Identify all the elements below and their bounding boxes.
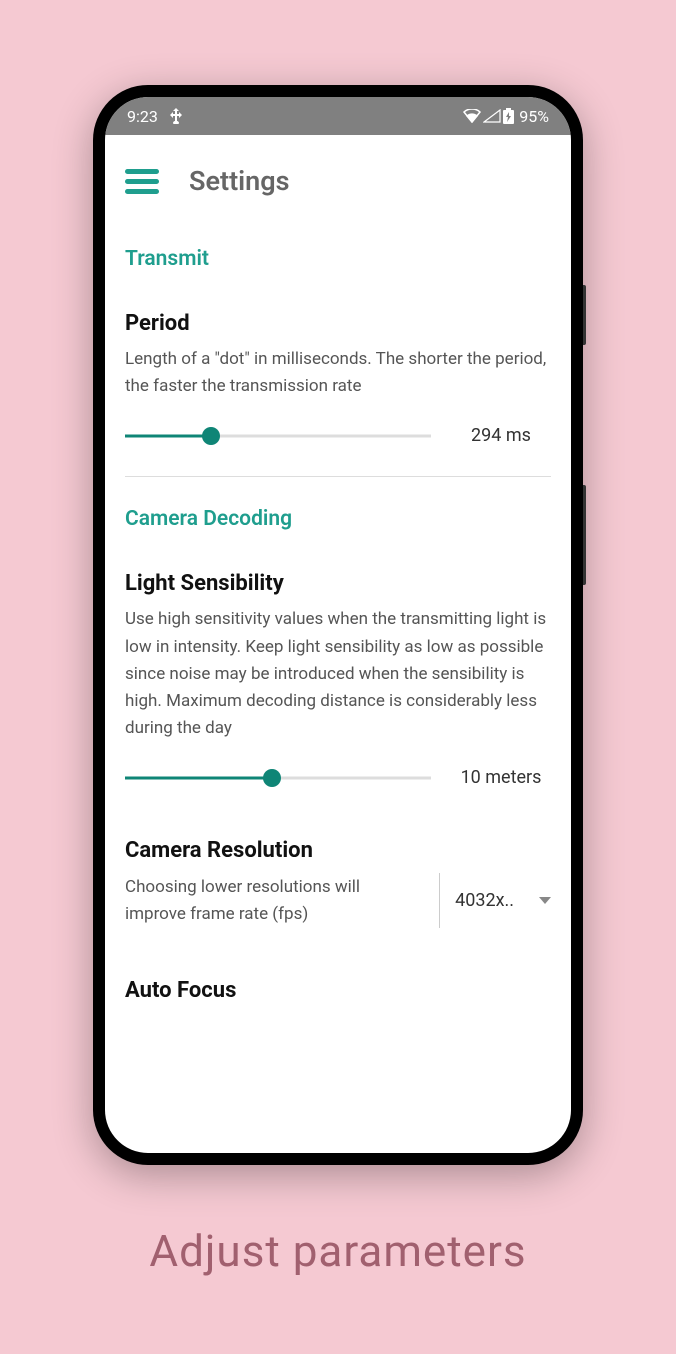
resolution-dropdown[interactable]: 4032x..	[455, 890, 551, 911]
section-camera-header: Camera Decoding	[125, 507, 551, 531]
light-description: Use high sensitivity values when the tra…	[125, 606, 551, 742]
divider-vertical	[439, 873, 440, 928]
header: Settings	[125, 165, 551, 197]
period-slider[interactable]	[125, 426, 431, 446]
section-transmit-header: Transmit	[125, 247, 551, 271]
light-value: 10 meters	[451, 767, 551, 788]
setting-auto-focus: Auto Focus	[125, 978, 551, 1003]
home-indicator[interactable]	[283, 1139, 393, 1143]
autofocus-title: Auto Focus	[125, 978, 551, 1003]
chevron-down-icon	[539, 897, 551, 904]
phone-screen: 9:23 95%	[105, 97, 571, 1153]
divider	[125, 476, 551, 477]
status-bar: 9:23 95%	[105, 97, 571, 135]
page-title: Settings	[189, 165, 290, 197]
resolution-description: Choosing lower resolutions will improve …	[125, 874, 424, 928]
setting-light-sensibility: Light Sensibility Use high sensitivity v…	[125, 571, 551, 788]
app-content: Settings Transmit Period Length of a "do…	[105, 135, 571, 1153]
hamburger-icon[interactable]	[125, 169, 159, 194]
wifi-icon	[463, 109, 481, 123]
period-value: 294 ms	[451, 425, 551, 446]
setting-period: Period Length of a "dot" in milliseconds…	[125, 311, 551, 446]
status-time: 9:23	[127, 107, 158, 126]
period-description: Length of a "dot" in milliseconds. The s…	[125, 346, 551, 400]
signal-icon	[483, 109, 501, 123]
usb-icon	[170, 108, 182, 124]
setting-camera-resolution: Camera Resolution Choosing lower resolut…	[125, 838, 551, 928]
resolution-selected: 4032x..	[455, 890, 514, 911]
caption: Adjust parameters	[149, 1225, 526, 1277]
period-title: Period	[125, 311, 551, 336]
battery-percent: 95%	[519, 107, 549, 126]
light-slider[interactable]	[125, 768, 431, 788]
battery-icon	[503, 108, 514, 124]
light-title: Light Sensibility	[125, 571, 551, 596]
phone-frame: 9:23 95%	[93, 85, 583, 1165]
resolution-title: Camera Resolution	[125, 838, 551, 863]
